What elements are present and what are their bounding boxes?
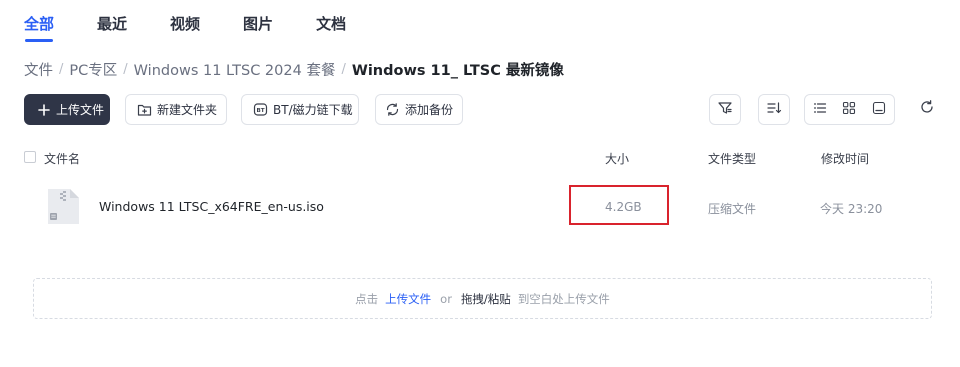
list-view-icon xyxy=(813,100,827,119)
file-name[interactable]: Windows 11 LTSC_x64FRE_en-us.iso xyxy=(99,199,324,214)
add-backup-button[interactable]: 添加备份 xyxy=(375,94,463,125)
refresh-icon xyxy=(919,99,935,119)
breadcrumb: 文件 / PC专区 / Windows 11 LTSC 2024 套餐 / Wi… xyxy=(24,59,564,80)
column-header-size[interactable]: 大小 xyxy=(605,150,629,167)
dropzone-prefix: 点击 xyxy=(355,291,379,306)
breadcrumb-item-files[interactable]: 文件 xyxy=(24,59,53,80)
category-tabs: 全部 最近 视频 图片 文档 xyxy=(24,12,389,42)
upload-file-label: 上传文件 xyxy=(56,103,105,117)
dropzone-suffix: 到空白处上传文件 xyxy=(517,291,610,306)
zip-file-icon xyxy=(45,187,81,226)
new-folder-icon xyxy=(136,102,152,118)
new-folder-label: 新建文件夹 xyxy=(157,103,218,117)
preview-view-button[interactable] xyxy=(867,98,891,122)
svg-text:BT: BT xyxy=(256,108,264,114)
breadcrumb-separator: / xyxy=(59,62,64,77)
add-backup-label: 添加备份 xyxy=(405,103,454,117)
select-all-checkbox[interactable] xyxy=(24,151,36,163)
breadcrumb-separator: / xyxy=(341,62,346,77)
breadcrumb-item-ltsc-bundle[interactable]: Windows 11 LTSC 2024 套餐 xyxy=(134,59,336,80)
filter-icon xyxy=(717,100,733,120)
tab-recent[interactable]: 最近 xyxy=(97,12,127,42)
magnet-icon: BT xyxy=(252,102,268,118)
grid-view-icon xyxy=(842,100,856,119)
tab-video[interactable]: 视频 xyxy=(170,12,200,42)
upload-drop-zone[interactable]: 点击 上传文件 or 拖拽/粘贴 到空白处上传文件 xyxy=(33,278,932,319)
file-modified-time: 今天 23:20 xyxy=(820,202,883,216)
file-manager-page: 全部 最近 视频 图片 文档 文件 / PC专区 / Windows 11 LT… xyxy=(0,0,960,367)
new-folder-button[interactable]: 新建文件夹 xyxy=(125,94,227,125)
file-size: 4.2GB xyxy=(605,200,642,214)
breadcrumb-item-pc-zone[interactable]: PC专区 xyxy=(69,59,117,80)
bt-magnet-download-label: BT/磁力链下载 xyxy=(273,103,353,117)
backup-sync-icon xyxy=(384,102,400,118)
filter-button[interactable] xyxy=(709,94,741,125)
column-header-modified-time[interactable]: 修改时间 xyxy=(821,150,869,167)
column-header-file-type[interactable]: 文件类型 xyxy=(708,150,756,167)
tab-all[interactable]: 全部 xyxy=(24,12,54,42)
breadcrumb-item-current-folder: Windows 11_ LTSC 最新镜像 xyxy=(351,63,564,79)
sort-icon xyxy=(766,100,782,120)
plus-icon xyxy=(36,102,52,118)
tab-images[interactable]: 图片 xyxy=(243,12,273,42)
tab-documents[interactable]: 文档 xyxy=(316,12,346,42)
grid-view-button[interactable] xyxy=(837,98,861,122)
bt-magnet-download-button[interactable]: BT BT/磁力链下载 xyxy=(241,94,359,125)
dropzone-drag-paste: 拖拽/粘贴 xyxy=(460,291,511,306)
file-type: 压缩文件 xyxy=(708,202,757,216)
preview-view-icon xyxy=(872,100,886,119)
list-view-button[interactable] xyxy=(808,98,832,122)
breadcrumb-separator: / xyxy=(123,62,128,77)
column-header-filename[interactable]: 文件名 xyxy=(44,150,80,167)
dropzone-or: or xyxy=(440,291,452,306)
view-mode-switcher xyxy=(804,94,895,125)
refresh-button[interactable] xyxy=(917,99,937,119)
dropzone-upload-link[interactable]: 上传文件 xyxy=(385,291,431,307)
sort-button[interactable] xyxy=(758,94,790,125)
upload-file-button[interactable]: 上传文件 xyxy=(24,94,110,125)
table-row[interactable]: Windows 11 LTSC_x64FRE_en-us.iso 4.2GB 压… xyxy=(0,178,960,236)
